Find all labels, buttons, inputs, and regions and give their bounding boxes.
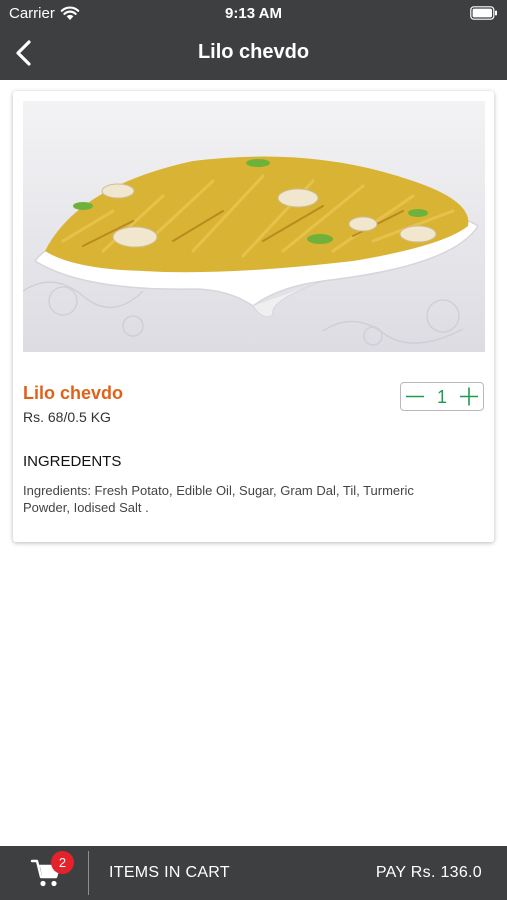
- minus-icon: [406, 395, 424, 398]
- nav-bar: Lilo chevdo: [0, 28, 507, 80]
- plus-icon: [460, 387, 478, 406]
- product-price: Rs. 68/0.5 KG: [23, 409, 111, 425]
- page-title: Lilo chevdo: [197, 41, 310, 63]
- product-name: Lilo chevdo: [23, 383, 124, 403]
- increase-quantity-button[interactable]: [455, 383, 483, 410]
- product-card: Lilo chevdo Rs. 68/0.5 KG 1 INGREDENTS I…: [13, 91, 494, 542]
- decrease-quantity-button[interactable]: [401, 383, 429, 410]
- status-bar: Carrier 9:13 AM: [0, 0, 507, 28]
- cart-bar-divider: [88, 851, 89, 895]
- cart-count-badge: 2: [51, 851, 74, 874]
- battery-icon: [470, 6, 498, 20]
- quantity-value: 1: [436, 387, 447, 407]
- status-time: 9:13 AM: [225, 5, 282, 22]
- ingredients-text: Ingredients: Fresh Potato, Edible Oil, S…: [23, 483, 414, 515]
- cart-bar: 2 ITEMS IN CART PAY Rs. 136.0: [0, 846, 507, 900]
- ingredients-heading: INGREDENTS: [23, 453, 122, 470]
- top-bar: Carrier 9:13 AM Lilo chevdo: [0, 0, 507, 80]
- pay-button[interactable]: PAY Rs. 136.0: [376, 864, 482, 882]
- items-in-cart-button[interactable]: ITEMS IN CART: [109, 864, 230, 882]
- product-image: [23, 101, 485, 352]
- quantity-stepper: 1: [400, 382, 484, 411]
